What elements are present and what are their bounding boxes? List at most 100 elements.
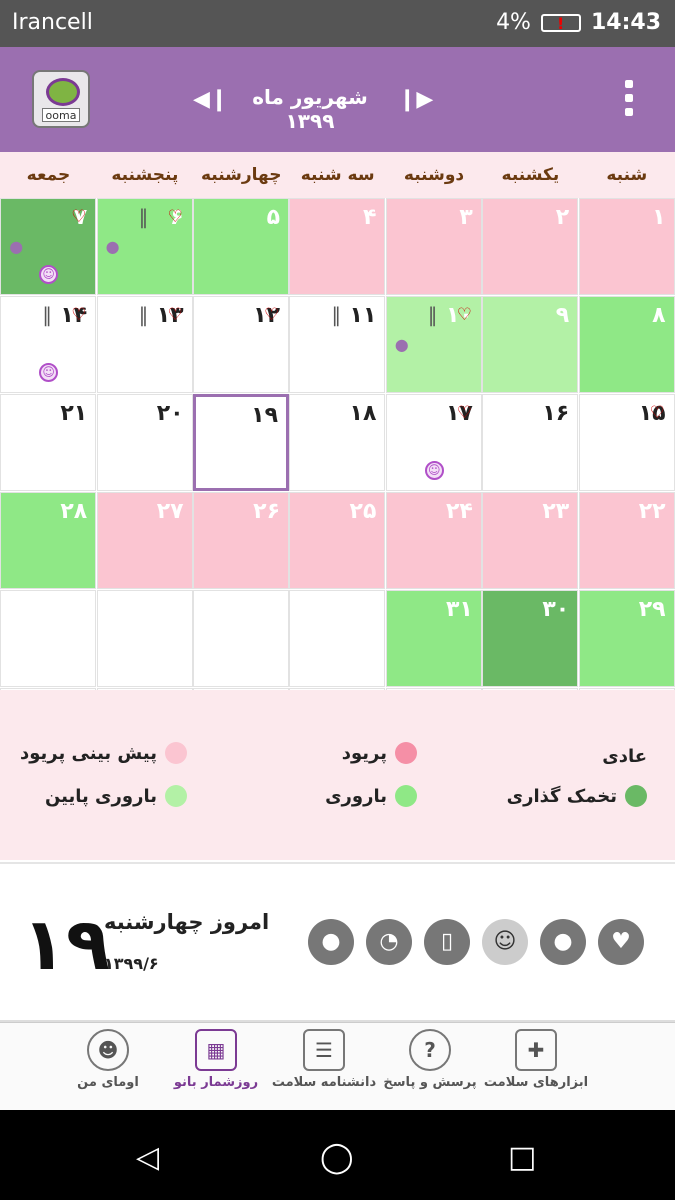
day-cell[interactable]: ۱۶ — [482, 394, 579, 491]
overflow-menu-icon[interactable] — [620, 77, 638, 123]
prev-month-icon[interactable]: ◀❙ — [193, 87, 228, 113]
day-cell[interactable]: ۱۵ ♡ — [578, 394, 675, 491]
legend-label: عادی — [602, 746, 647, 767]
mood-icon[interactable]: ☺ — [482, 919, 528, 965]
drop-icon[interactable]: ● — [308, 919, 354, 965]
day-cell[interactable]: ۱ — [578, 198, 675, 295]
day-cell[interactable]: ۱۷ ♡ ☺ — [385, 394, 482, 491]
heart-icon: ♡ — [456, 403, 473, 423]
today-date: ۱۳۹۹/۶ — [104, 954, 159, 973]
day-cell[interactable]: ۳۱ — [385, 590, 482, 687]
legend-ovulation: تخمک گذاری — [507, 785, 647, 807]
day-cell[interactable]: ۱۴ ♡ ∥ ☺ — [0, 296, 97, 393]
day-number: ۲۵ — [349, 499, 377, 524]
day-cell[interactable]: ۲۹ — [578, 590, 675, 687]
day-cell[interactable]: ۲۱ — [0, 394, 97, 491]
today-cell[interactable]: ۱۹ — [193, 394, 289, 491]
day-cell[interactable]: ۸ — [578, 296, 675, 393]
paperclip-icon: ∥ — [331, 303, 342, 327]
paperclip-icon: ∥ — [427, 303, 438, 327]
day-cell[interactable]: ۱۰ ♡ ∥ ● — [385, 296, 482, 393]
smile-icon: ☺ — [39, 265, 59, 284]
day-cell[interactable]: ۵ — [193, 198, 289, 295]
day-cell[interactable]: ۲۳ — [482, 492, 579, 589]
next-month-icon[interactable]: ❙▶ — [398, 87, 433, 113]
leaf-icon — [46, 78, 80, 106]
pill-icon[interactable]: ● — [540, 919, 586, 965]
back-icon[interactable]: ◁ — [136, 1140, 159, 1175]
clock: 14:43 — [590, 10, 661, 35]
weekday-label: سه شنبه — [300, 165, 375, 185]
question-icon: ? — [409, 1029, 451, 1071]
home-icon[interactable]: ◯ — [320, 1140, 354, 1175]
calendar-icon: ▦ — [195, 1029, 237, 1071]
day-cell[interactable]: ۲۷ — [96, 492, 193, 589]
weekday-label: یکشنبه — [501, 165, 560, 185]
day-cell[interactable]: ۲۶ — [193, 492, 289, 589]
app-bar: ooma ◀❙ شهریور ماه ۱۳۹۹ ❙▶ — [0, 47, 675, 152]
day-number: ۲۸ — [60, 499, 88, 524]
ovulation-dot-icon — [625, 785, 647, 807]
legend-period: پریود — [342, 742, 417, 764]
day-cell[interactable]: ۲۰ — [96, 394, 193, 491]
nav-health-tools[interactable]: ✚ ابزارهای سلامت — [478, 1029, 594, 1090]
battery-percent: 4% — [496, 10, 531, 35]
day-cell[interactable]: ۲ — [482, 198, 579, 295]
day-cell[interactable] — [289, 590, 386, 687]
day-cell[interactable]: ۱۲ ♡ — [193, 296, 289, 393]
legend-label: تخمک گذاری — [506, 785, 617, 807]
nav-label: پرسش و پاسخ — [383, 1075, 477, 1090]
day-cell[interactable]: ۱۱ ∥ — [289, 296, 386, 393]
day-cell[interactable] — [0, 590, 97, 687]
day-number: ۵ — [266, 205, 280, 230]
day-cell[interactable]: ۳۰ — [482, 590, 579, 687]
day-cell[interactable]: ۱۸ — [289, 394, 386, 491]
day-cell[interactable]: ۲۵ — [289, 492, 386, 589]
thermometer-icon[interactable]: ▯ — [424, 919, 470, 965]
weekday-label: چهارشنبه — [200, 165, 282, 185]
legend-period-prediction: پیش بینی پریود — [20, 742, 187, 764]
heart-icon[interactable]: ♥ — [598, 919, 644, 965]
day-number: ۳ — [459, 205, 473, 230]
weekday-header: شنبه یکشنبه دوشنبه سه شنبه چهارشنبه پنجش… — [0, 152, 675, 198]
day-cell[interactable] — [193, 590, 289, 687]
day-cell[interactable]: ۹ — [482, 296, 579, 393]
period-dot-icon — [395, 742, 417, 764]
weekday-label: شنبه — [606, 165, 648, 185]
day-cell[interactable]: ۱۳ ♡ ∥ — [96, 296, 193, 393]
day-number: ۳۰ — [542, 597, 570, 622]
legend-label: باروری پایین — [44, 785, 157, 807]
weekday-label: پنجشنبه — [111, 165, 179, 185]
nav-encyclopedia[interactable]: ☰ دانشنامه سلامت — [266, 1029, 382, 1090]
recents-icon[interactable]: □ — [508, 1140, 536, 1175]
nav-qa[interactable]: ? پرسش و پاسخ — [372, 1029, 488, 1090]
day-number: ۲۷ — [156, 499, 184, 524]
legend: عادی پریود پیش بینی پریود تخمک گذاری بار… — [0, 690, 675, 860]
today-label: امروز چهارشنبه — [104, 910, 270, 934]
heart-icon: ♡ — [264, 305, 280, 325]
legend-label: باروری — [325, 785, 387, 807]
app-logo[interactable]: ooma — [32, 70, 90, 128]
nav-label: روزشمار بانو — [173, 1075, 259, 1090]
nav-calendar[interactable]: ▦ روزشمار بانو — [158, 1029, 274, 1090]
gauge-icon[interactable]: ◔ — [366, 919, 412, 965]
heart-icon: ♡ — [649, 403, 665, 423]
day-number: ۲۶ — [253, 499, 280, 524]
day-cell[interactable]: ۷ ♡ ● ☺ — [0, 198, 97, 295]
day-cell[interactable]: ۲۴ — [385, 492, 482, 589]
nav-my-ooma[interactable]: ☻ اومای من — [50, 1029, 166, 1090]
day-cell[interactable]: ۶ ♡ ∥ ● — [96, 198, 193, 295]
nav-label: دانشنامه سلامت — [271, 1075, 377, 1090]
day-number: ۱۶ — [542, 401, 570, 426]
nav-label: ابزارهای سلامت — [483, 1075, 589, 1090]
day-number: ۲ — [555, 205, 570, 230]
day-number: ۲۰ — [156, 401, 184, 426]
day-cell[interactable]: ۳ — [385, 198, 482, 295]
day-cell[interactable]: ۲۸ — [0, 492, 97, 589]
day-cell[interactable] — [96, 590, 193, 687]
day-cell[interactable]: ۲۲ — [578, 492, 675, 589]
day-cell[interactable]: ۴ — [289, 198, 386, 295]
logo-text: ooma — [42, 108, 80, 122]
day-number: ۸ — [652, 303, 666, 328]
legend-label: پیش بینی پریود — [20, 742, 157, 764]
